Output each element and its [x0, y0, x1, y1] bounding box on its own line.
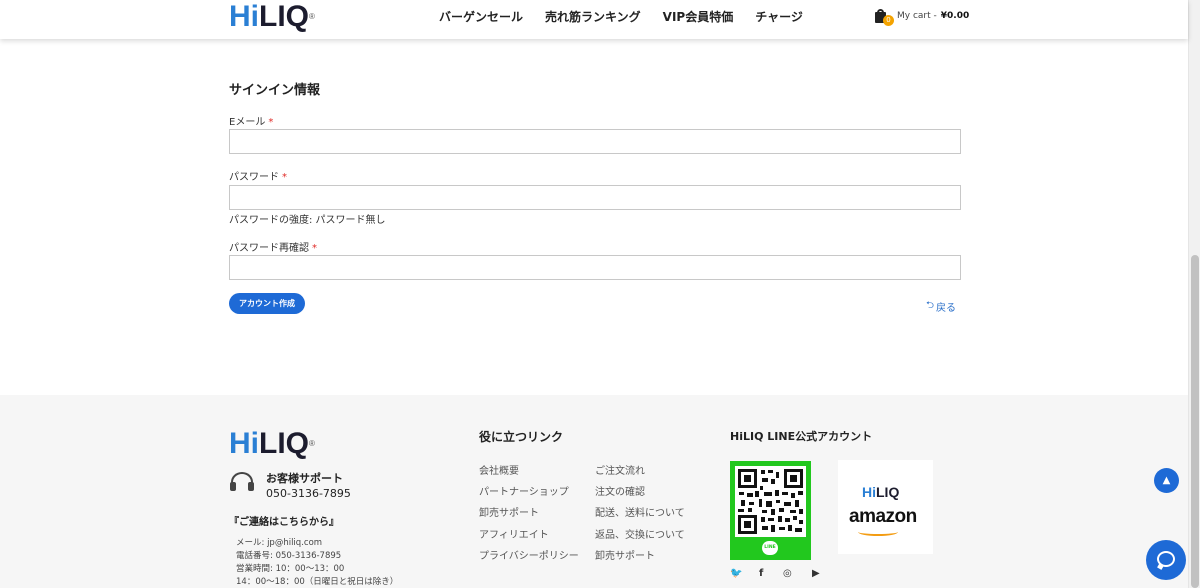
useful-links-title: 役に立つリンク	[479, 430, 564, 444]
line-qr-code[interactable]: LINE	[730, 461, 811, 560]
footer-logo[interactable]: HiLIQ®	[229, 429, 315, 459]
mini-cart[interactable]: 0 My cart - ¥0.00	[875, 9, 970, 26]
main-nav: バーゲンセール 売れ筋ランキング VIP会員特価 チャージ	[439, 8, 825, 25]
support-title: お客様サポート	[266, 472, 343, 485]
headset-icon	[229, 470, 255, 496]
logo-hi: Hi	[229, 0, 259, 33]
instagram-icon[interactable]: ◎	[783, 568, 792, 579]
required-mark: *	[312, 243, 317, 254]
footer-link-order-check[interactable]: 注文の確認	[595, 483, 645, 498]
footer-link-wholesale-2[interactable]: 卸売サポート	[595, 547, 655, 562]
required-mark: *	[268, 117, 274, 128]
qr-code-icon	[735, 466, 806, 537]
twitter-icon[interactable]: 🐦	[730, 568, 742, 579]
support-phone[interactable]: 050-3136-7895	[266, 487, 351, 500]
logo-liq: LIQ	[259, 427, 309, 460]
contact-email[interactable]: メール: jp@hiliq.com	[236, 536, 322, 548]
back-link[interactable]: ⮌ 戻る	[926, 298, 956, 315]
password-strength-meter: パスワードの強度: パスワード無し	[229, 215, 386, 226]
nav-item-bargain-sale[interactable]: バーゲンセール	[439, 8, 523, 25]
password-label: パスワード *	[229, 172, 287, 183]
cart-count-badge: 0	[883, 15, 894, 26]
scrollbar-thumb[interactable]	[1191, 255, 1199, 588]
chat-widget-button[interactable]	[1146, 540, 1186, 580]
line-account-title: HiLIQ LINE公式アカウント	[730, 430, 873, 443]
footer-link-wholesale[interactable]: 卸売サポート	[479, 504, 539, 519]
create-account-button[interactable]: アカウント作成	[229, 293, 305, 314]
shopping-bag-icon[interactable]: 0	[875, 9, 894, 26]
contact-heading: 『ご連絡はこちらから』	[229, 517, 339, 528]
footer-link-privacy[interactable]: プライバシーポリシー	[479, 547, 579, 562]
nav-item-ranking[interactable]: 売れ筋ランキング	[545, 8, 641, 25]
logo-registered-mark: ®	[309, 12, 315, 21]
email-input[interactable]	[229, 129, 961, 154]
cart-amount: ¥0.00	[940, 11, 970, 21]
cart-label: My cart -	[897, 11, 937, 21]
back-link-label: 戻る	[936, 303, 957, 314]
contact-phone: 電話番号: 050-3136-7895	[236, 551, 342, 561]
logo-liq: LIQ	[259, 0, 309, 33]
amazon-logo: amazon	[849, 506, 917, 527]
back-arrow-icon: ⮌	[926, 300, 935, 311]
logo-registered-mark: ®	[309, 439, 315, 448]
line-badge: LINE	[762, 541, 778, 555]
email-label: Eメール *	[229, 117, 274, 128]
chevron-up-icon: ▲	[1162, 475, 1171, 486]
nav-item-vip[interactable]: VIP会員特価	[663, 8, 734, 25]
youtube-icon[interactable]: ▶	[812, 568, 820, 579]
facebook-icon[interactable]: f	[759, 568, 763, 579]
password-input[interactable]	[229, 185, 961, 210]
site-footer	[0, 395, 1188, 588]
site-header: HiLIQ® バーゲンセール 売れ筋ランキング VIP会員特価 チャージ 0 M…	[0, 0, 1188, 39]
amazon-store-link[interactable]: HiLIQ amazon	[838, 460, 933, 554]
required-mark: *	[282, 172, 287, 183]
amazon-smile-icon	[858, 528, 898, 536]
logo-hi: Hi	[229, 427, 259, 460]
footer-link-company[interactable]: 会社概要	[479, 462, 519, 477]
footer-link-partner-shop[interactable]: パートナーショップ	[479, 483, 569, 498]
page-scrollbar[interactable]	[1188, 0, 1200, 588]
footer-link-returns[interactable]: 返品、交換について	[595, 526, 685, 541]
footer-link-shipping[interactable]: 配送、送料について	[595, 504, 685, 519]
nav-item-charge[interactable]: チャージ	[755, 8, 803, 25]
site-logo[interactable]: HiLIQ®	[229, 2, 315, 32]
footer-link-order-flow[interactable]: ご注文流れ	[595, 462, 645, 477]
contact-hours-afternoon: 14：00〜18：00（日曜日と祝日は除き）	[236, 577, 399, 587]
footer-link-affiliate[interactable]: アフィリエイト	[479, 526, 549, 541]
customer-support: お客様サポート 050-3136-7895	[229, 470, 351, 500]
confirm-password-input[interactable]	[229, 255, 961, 280]
contact-hours: 営業時間: 10：00〜13：00	[236, 564, 345, 574]
scroll-to-top-button[interactable]: ▲	[1154, 468, 1179, 493]
signin-info-title: サインイン情報	[229, 83, 321, 98]
amazon-card-logo: HiLIQ	[862, 484, 900, 500]
confirm-password-label: パスワード再確認 *	[229, 243, 317, 254]
